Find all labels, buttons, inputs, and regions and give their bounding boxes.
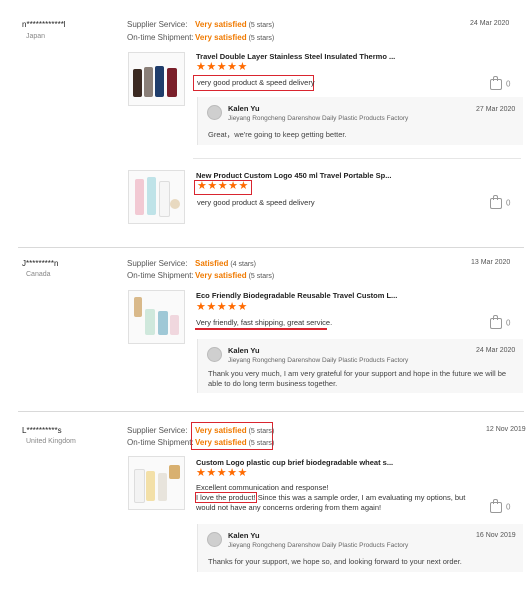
- supplier-reply: Kalen Yu Jieyang Rongcheng Darenshow Dai…: [197, 97, 523, 145]
- reviewer-country: Japan: [26, 33, 46, 40]
- review-highlight: I love the product!: [195, 492, 257, 503]
- review-text: very good product & speed delivery: [197, 198, 315, 207]
- like-count: 0: [506, 502, 511, 512]
- reply-author: Kalen Yu: [228, 346, 260, 355]
- supplier-service-value: Satisfied (4 stars): [195, 259, 256, 268]
- review-date: 13 Mar 2020: [471, 259, 511, 266]
- supplier-service-stars: (5 stars): [248, 22, 275, 29]
- thumbs-up-icon: [490, 315, 502, 329]
- product-title-link[interactable]: Travel Double Layer Stainless Steel Insu…: [196, 52, 395, 61]
- review-date: 12 Nov 2019: [486, 426, 526, 433]
- product-title-link[interactable]: Eco Friendly Biodegradable Reusable Trav…: [196, 291, 397, 300]
- supplier-avatar: [207, 532, 222, 547]
- reviewer-country: Canada: [26, 271, 51, 278]
- highlight-underline: [195, 328, 327, 330]
- review-text-line: Excellent communication and response!: [196, 483, 329, 492]
- rating-stars: ★★★★★: [197, 180, 249, 192]
- shipment-stars: (5 stars): [248, 273, 275, 280]
- rating-stars: ★★★★★: [196, 301, 248, 313]
- shipment-stars: (5 stars): [248, 35, 275, 42]
- thumbs-up-icon: [490, 76, 502, 90]
- supplier-avatar: [207, 347, 222, 362]
- reply-text: Thanks for your support, we hope so, and…: [208, 557, 462, 566]
- reply-company: Jieyang Rongcheng Darenshow Daily Plasti…: [228, 115, 409, 122]
- supplier-service-label: Supplier Service:: [127, 259, 188, 268]
- reviewer-name: n************l: [22, 20, 66, 29]
- like-button[interactable]: 0: [490, 499, 511, 513]
- shipment-rating: Very satisfied: [195, 33, 247, 42]
- rating-stars: ★★★★★: [196, 61, 248, 73]
- thumbs-up-icon: [490, 195, 502, 209]
- shipment-value: Very satisfied (5 stars): [195, 438, 274, 447]
- like-button[interactable]: 0: [490, 195, 511, 209]
- reply-text: Thank you very much, I am very grateful …: [208, 369, 507, 388]
- review-divider: [18, 411, 524, 412]
- reply-company: Jieyang Rongcheng Darenshow Daily Plasti…: [228, 542, 409, 549]
- shipment-label: On-time Shipment:: [127, 33, 194, 42]
- product-thumbnail[interactable]: [128, 52, 185, 106]
- supplier-service-value: Very satisfied (5 stars): [195, 20, 274, 29]
- shipment-rating: Very satisfied: [195, 271, 247, 280]
- supplier-service-stars: (4 stars): [230, 261, 257, 268]
- supplier-reply: Kalen Yu Jieyang Rongcheng Darenshow Dai…: [197, 339, 523, 393]
- product-thumbnail[interactable]: [128, 170, 185, 224]
- reply-author: Kalen Yu: [228, 531, 260, 540]
- reply-date: 16 Nov 2019: [476, 532, 516, 539]
- reviewer-name: L**********s: [22, 426, 62, 435]
- product-thumbnail[interactable]: [128, 290, 185, 344]
- shipment-value: Very satisfied (5 stars): [195, 271, 274, 280]
- reviewer-name: J*********n: [22, 259, 59, 268]
- supplier-service-rating: Very satisfied: [195, 20, 247, 29]
- reply-date: 24 Mar 2020: [476, 347, 516, 354]
- reply-text: Great，we're going to keep getting better…: [208, 130, 347, 139]
- supplier-service-label: Supplier Service:: [127, 426, 188, 435]
- review-text: I love the product! Since this was a sam…: [195, 492, 476, 513]
- shipment-stars: (5 stars): [248, 440, 275, 447]
- like-count: 0: [506, 79, 511, 89]
- supplier-service-value: Very satisfied (5 stars): [195, 426, 274, 435]
- supplier-service-rating: Very satisfied: [195, 426, 247, 435]
- like-button[interactable]: 0: [490, 315, 511, 329]
- supplier-service-stars: (5 stars): [248, 428, 275, 435]
- like-button[interactable]: 0: [490, 76, 511, 90]
- review-date: 24 Mar 2020: [470, 20, 510, 27]
- shipment-value: Very satisfied (5 stars): [195, 33, 274, 42]
- shipment-rating: Very satisfied: [195, 438, 247, 447]
- shipment-label: On-time Shipment:: [127, 271, 194, 280]
- item-divider: [193, 158, 521, 159]
- supplier-service-rating: Satisfied: [195, 259, 229, 268]
- product-thumbnail[interactable]: [128, 456, 185, 510]
- product-title-link[interactable]: Custom Logo plastic cup brief biodegrada…: [196, 458, 393, 467]
- thumbs-up-icon: [490, 499, 502, 513]
- product-title-link[interactable]: New Product Custom Logo 450 ml Travel Po…: [196, 171, 391, 180]
- supplier-service-label: Supplier Service:: [127, 20, 188, 29]
- reply-date: 27 Mar 2020: [476, 106, 516, 113]
- rating-stars: ★★★★★: [196, 467, 248, 479]
- review-text: very good product & speed delivery: [197, 78, 315, 87]
- reply-author: Kalen Yu: [228, 104, 260, 113]
- supplier-avatar: [207, 105, 222, 120]
- like-count: 0: [506, 318, 511, 328]
- supplier-reply: Kalen Yu Jieyang Rongcheng Darenshow Dai…: [197, 524, 523, 572]
- reviewer-country: United Kingdom: [26, 438, 76, 445]
- review-divider: [18, 247, 524, 248]
- review-text: Very friendly, fast shipping, great serv…: [196, 318, 333, 327]
- like-count: 0: [506, 198, 511, 208]
- reply-company: Jieyang Rongcheng Darenshow Daily Plasti…: [228, 357, 409, 364]
- shipment-label: On-time Shipment:: [127, 438, 194, 447]
